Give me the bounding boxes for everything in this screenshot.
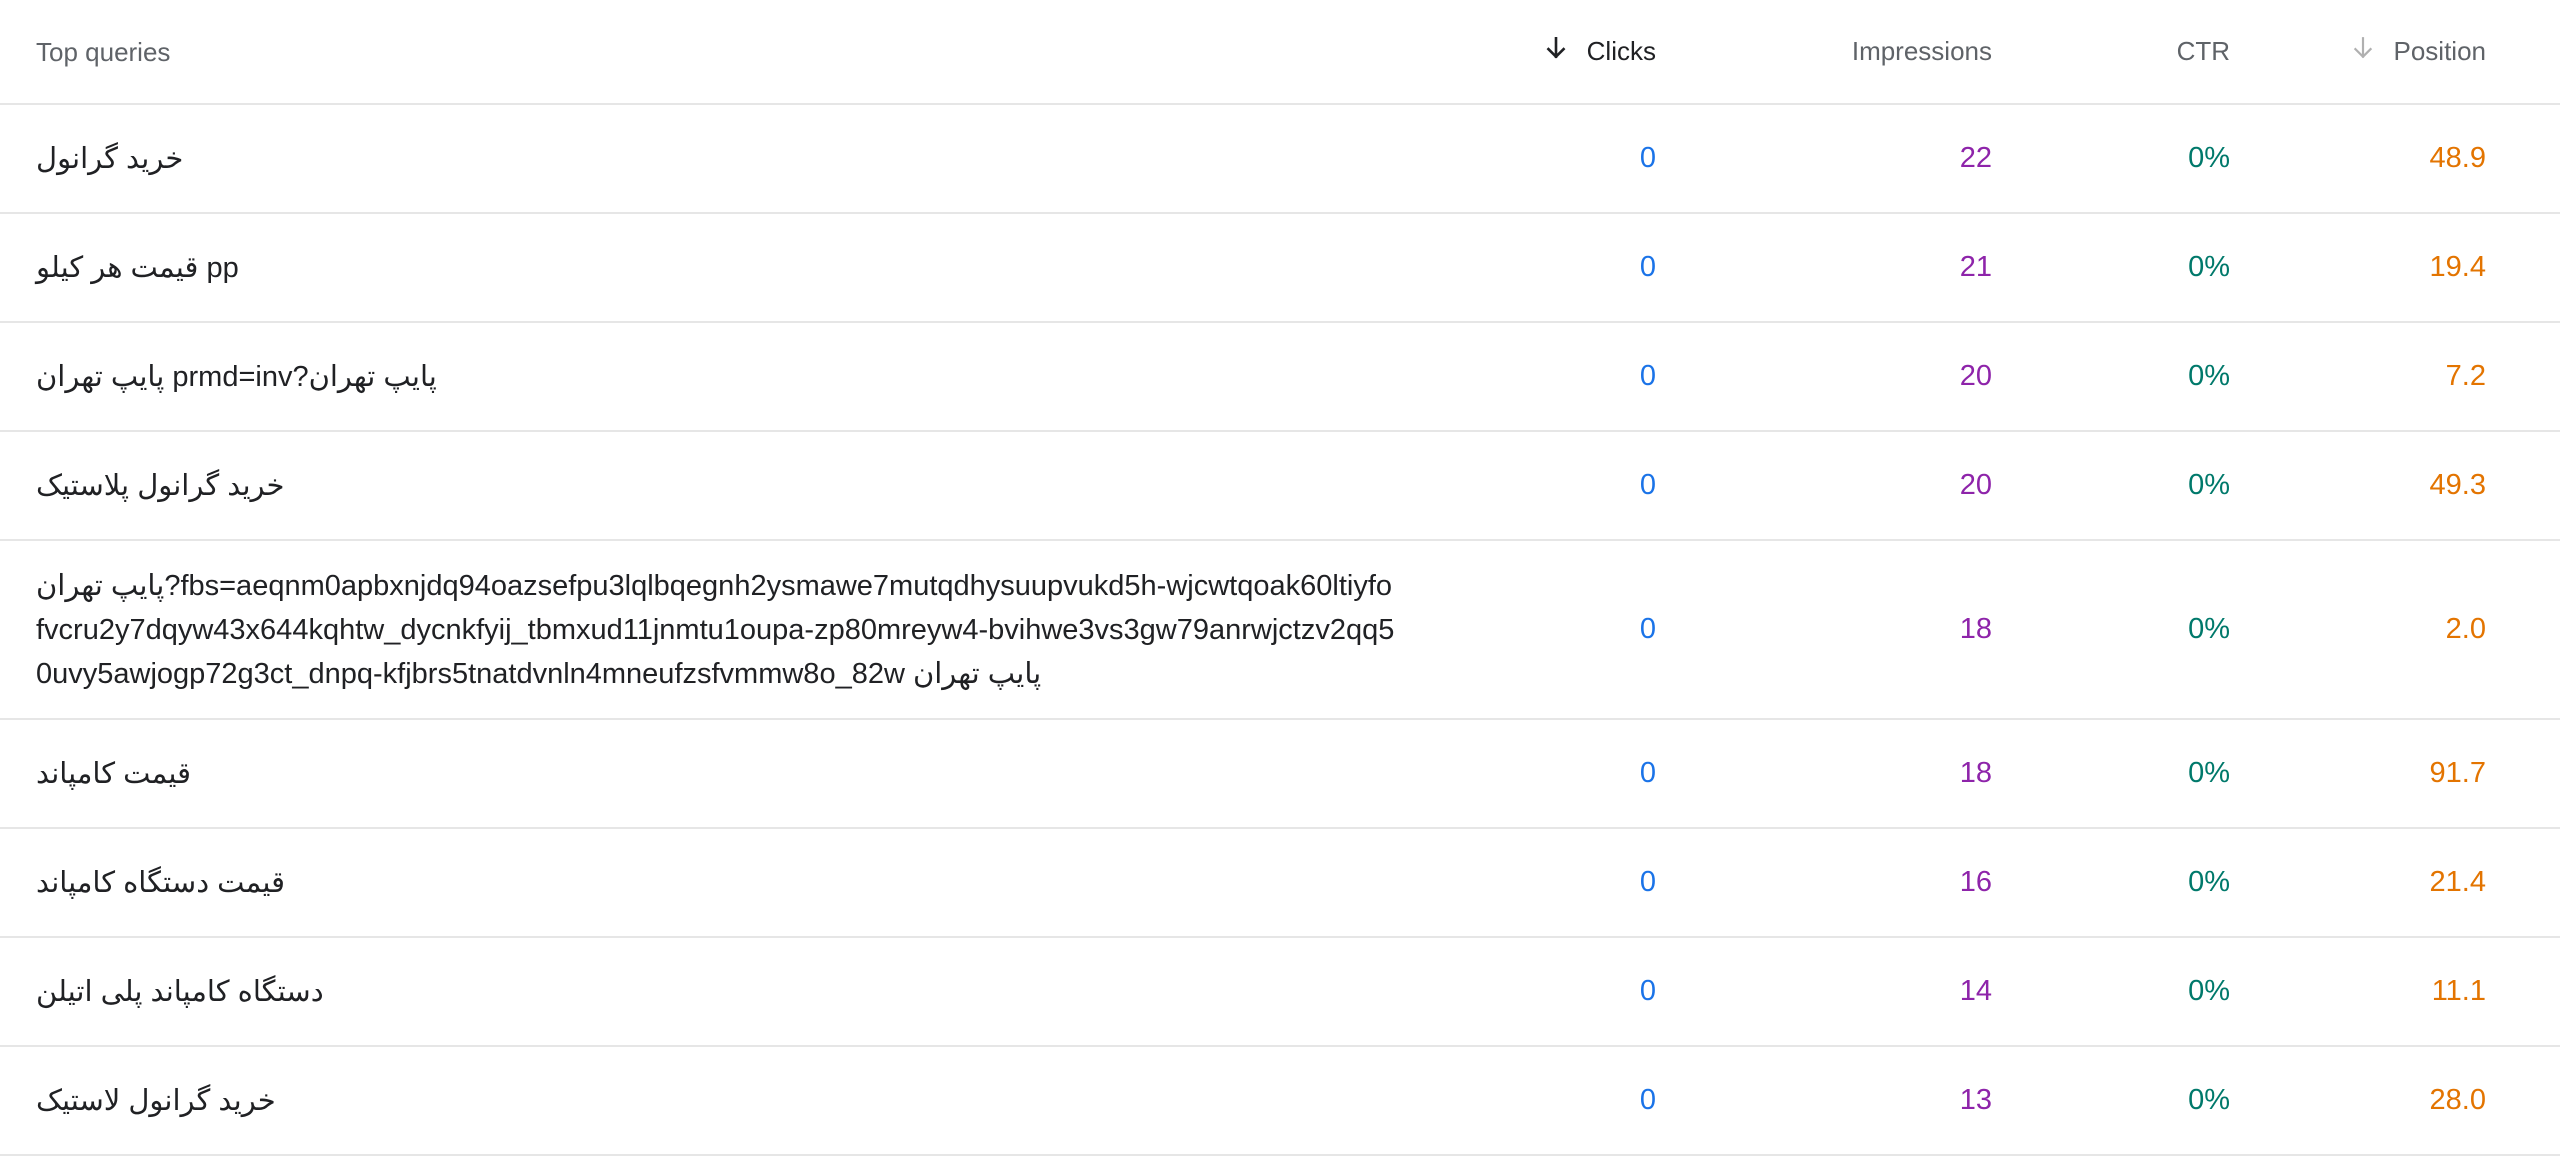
query-cell: پایپ تهران prmd=inv?پایپ تهران (36, 360, 437, 393)
table-header: Top queries Clicks Impressions CTR Posit… (0, 0, 2560, 105)
ctr-cell: 0% (2188, 360, 2230, 392)
table-row[interactable]: قیمت کامپاند 0 18 0% 91.7 (0, 720, 2560, 829)
ctr-cell: 0% (2188, 975, 2230, 1007)
ctr-cell: 0% (2188, 142, 2230, 174)
query-cell: قیمت هر کیلو pp (36, 251, 239, 284)
impressions-cell: 18 (1959, 613, 1992, 645)
ctr-cell: 0% (2188, 1084, 2230, 1116)
ctr-cell: 0% (2188, 757, 2230, 789)
table-row[interactable]: دستگاه کامپاند پلی اتیلن 0 14 0% 11.1 (0, 938, 2560, 1047)
position-cell: 91.7 (2429, 757, 2486, 789)
query-cell: قیمت کامپاند (36, 757, 191, 790)
ctr-cell: 0% (2188, 866, 2230, 898)
impressions-cell: 16 (1959, 866, 1992, 898)
ctr-cell: 0% (2188, 469, 2230, 501)
header-clicks[interactable]: Clicks (1416, 35, 1656, 68)
query-cell: خرید گرانول پلاستیک (36, 469, 285, 502)
query-cell: خرید گرانول (36, 142, 184, 175)
impressions-cell: 22 (1959, 142, 1992, 174)
impressions-cell: 14 (1959, 975, 1992, 1007)
impressions-cell: 20 (1959, 469, 1992, 501)
header-impressions[interactable]: Impressions (1656, 36, 1992, 67)
header-clicks-label: Clicks (1586, 36, 1656, 66)
header-position-label: Position (2393, 36, 2487, 66)
table-row[interactable]: پایپ تهران?fbs=aeqnm0apbxnjdq94oazsefpu3… (0, 541, 2560, 720)
position-cell: 7.2 (2445, 360, 2486, 392)
query-cell: خرید گرانول لاستیک (36, 1084, 276, 1117)
clicks-cell: 0 (1639, 1084, 1656, 1116)
position-cell: 28.0 (2429, 1084, 2486, 1116)
query-cell: قیمت دستگاه کامپاند (36, 866, 286, 899)
table-row[interactable]: پایپ تهران prmd=inv?پایپ تهران 0 20 0% 7… (0, 323, 2560, 432)
table-row[interactable]: خرید گرانول 0 22 0% 48.9 (0, 105, 2560, 214)
clicks-cell: 0 (1639, 757, 1656, 789)
query-cell: دستگاه کامپاند پلی اتیلن (36, 975, 324, 1008)
table-row[interactable]: قیمت هر کیلو pp 0 21 0% 19.4 (0, 214, 2560, 323)
table-row[interactable]: قیمت دستگاه کامپاند 0 16 0% 21.4 (0, 829, 2560, 938)
top-queries-table: Top queries Clicks Impressions CTR Posit… (0, 0, 2560, 1156)
position-cell: 11.1 (2431, 975, 2486, 1007)
header-position[interactable]: Position (2230, 35, 2486, 68)
clicks-cell: 0 (1639, 469, 1656, 501)
table-row[interactable]: خرید گرانول پلاستیک 0 20 0% 49.3 (0, 432, 2560, 541)
clicks-cell: 0 (1639, 613, 1656, 645)
query-cell: پایپ تهران?fbs=aeqnm0apbxnjdq94oazsefpu3… (36, 569, 1395, 690)
clicks-cell: 0 (1639, 142, 1656, 174)
position-cell: 2.0 (2445, 613, 2486, 645)
clicks-cell: 0 (1639, 866, 1656, 898)
ctr-cell: 0% (2188, 613, 2230, 645)
position-cell: 48.9 (2429, 142, 2486, 174)
arrow-down-icon (1543, 35, 1569, 68)
impressions-cell: 20 (1959, 360, 1992, 392)
position-cell: 19.4 (2429, 251, 2486, 283)
header-top-queries[interactable]: Top queries (0, 30, 1416, 74)
ctr-cell: 0% (2188, 251, 2230, 283)
arrow-down-icon (2350, 35, 2376, 68)
clicks-cell: 0 (1639, 251, 1656, 283)
impressions-cell: 18 (1959, 757, 1992, 789)
position-cell: 21.4 (2429, 866, 2486, 898)
clicks-cell: 0 (1639, 360, 1656, 392)
clicks-cell: 0 (1639, 975, 1656, 1007)
impressions-cell: 13 (1959, 1084, 1992, 1116)
header-ctr[interactable]: CTR (1992, 36, 2230, 67)
impressions-cell: 21 (1959, 251, 1992, 283)
table-row[interactable]: خرید گرانول لاستیک 0 13 0% 28.0 (0, 1047, 2560, 1156)
position-cell: 49.3 (2429, 469, 2486, 501)
